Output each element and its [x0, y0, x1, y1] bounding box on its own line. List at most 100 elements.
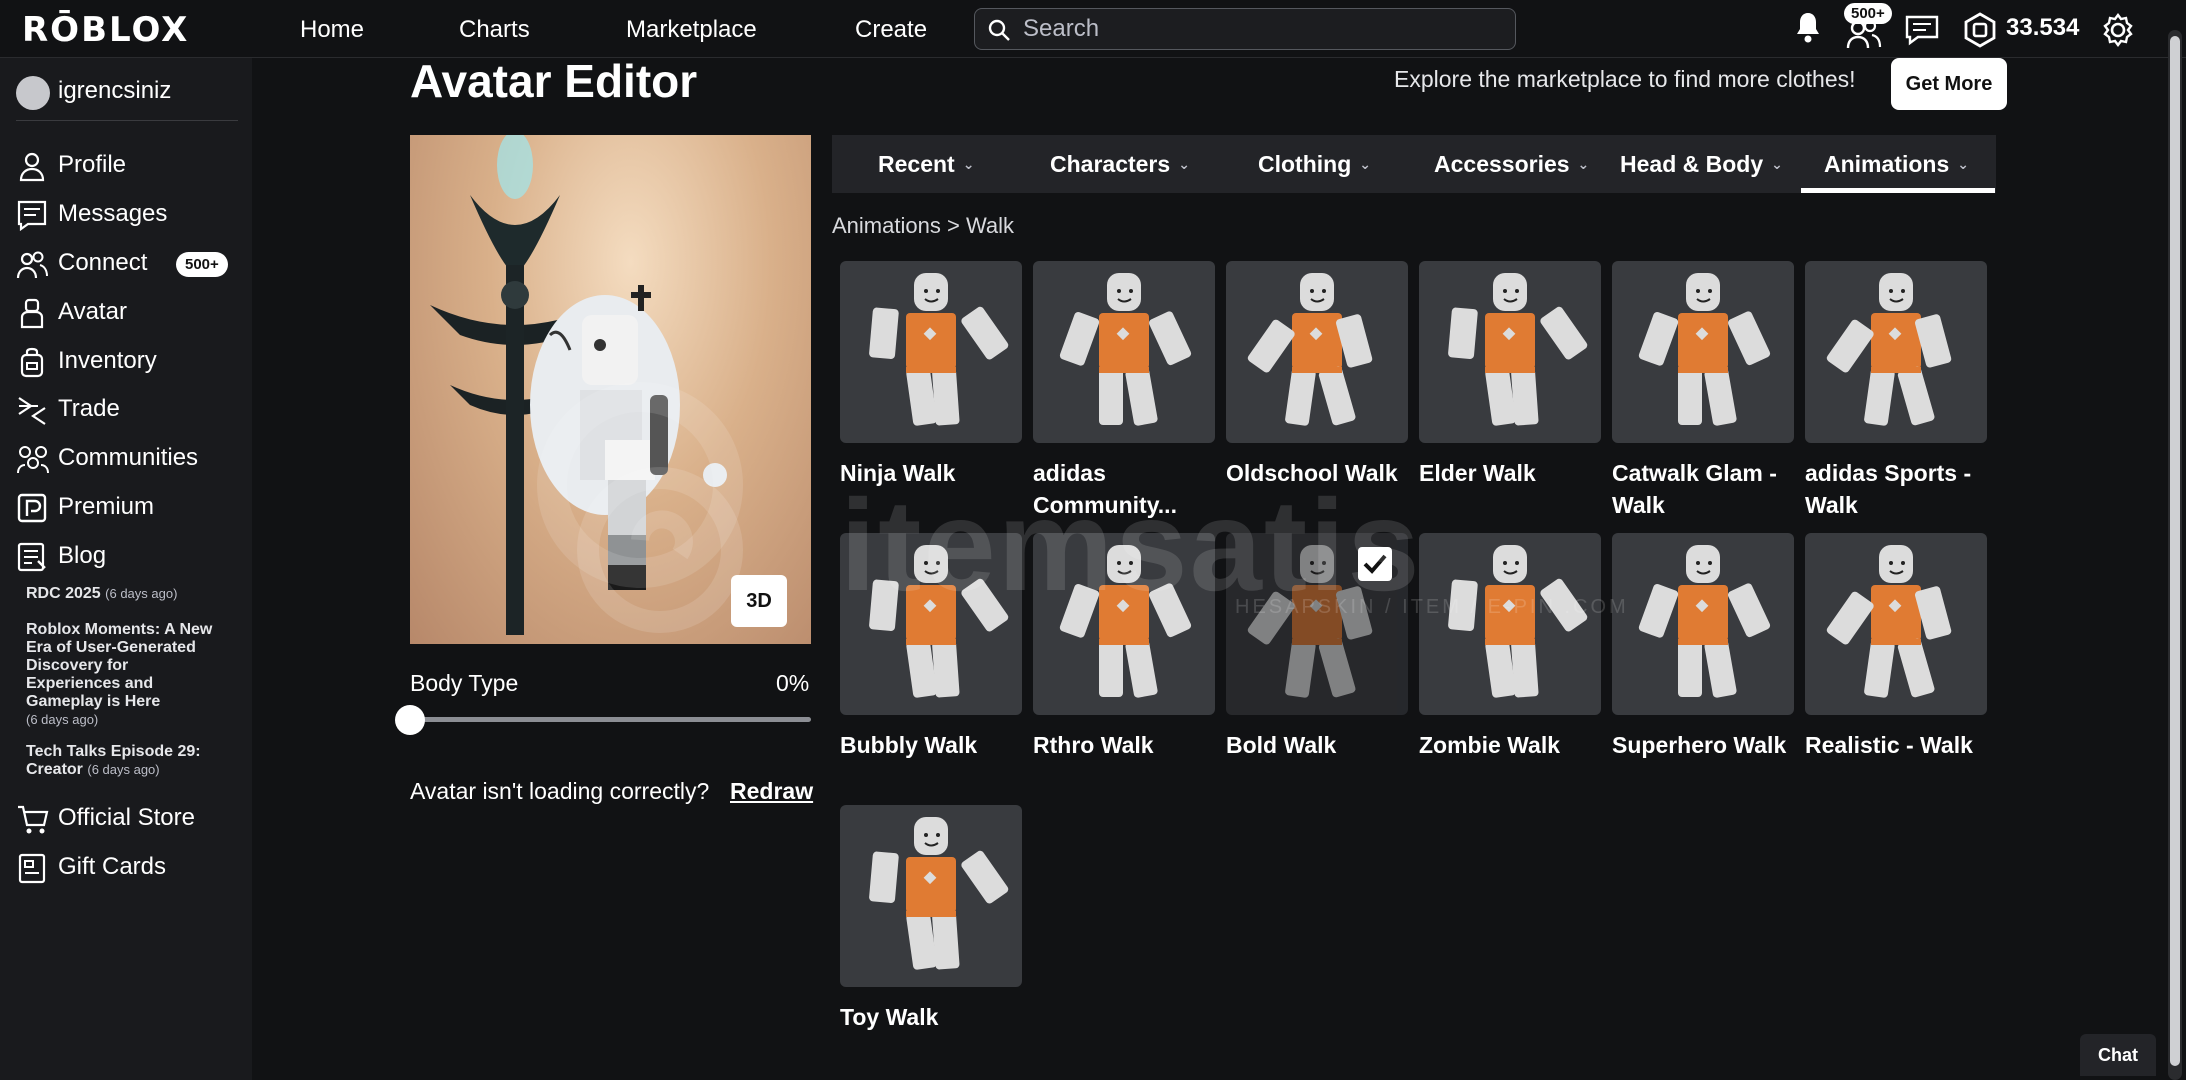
get-more-button[interactable]: Get More	[1891, 58, 2007, 110]
premium-icon	[17, 493, 47, 523]
sidebar-item-label: Trade	[58, 395, 120, 422]
blog-icon	[17, 542, 46, 572]
sidebar-item-label: Connect	[58, 249, 148, 276]
sidebar-item-gift-cards[interactable]: Gift Cards	[16, 850, 236, 886]
item-name[interactable]: Zombie Walk	[1419, 729, 1607, 761]
chevron-down-icon: ⌄	[1771, 155, 1783, 172]
item-thumbnail[interactable]	[1612, 533, 1794, 715]
scrollbar-thumb[interactable]	[2170, 36, 2180, 1066]
sidebar-item-blog[interactable]: Blog	[16, 539, 236, 575]
tab-label: Characters	[1050, 150, 1171, 177]
item-thumbnail[interactable]	[1226, 261, 1408, 443]
item-name[interactable]: Rthro Walk	[1033, 729, 1221, 761]
item-name[interactable]: adidas Community...	[1033, 457, 1221, 521]
tab-label: Clothing	[1258, 150, 1352, 177]
sidebar-item-premium[interactable]: Premium	[16, 490, 236, 526]
blog-post[interactable]: Tech Talks Episode 29: Creator (6 days a…	[26, 743, 226, 779]
sidebar-item-messages[interactable]: Messages	[16, 197, 236, 233]
breadcrumb-separator: >	[946, 213, 960, 238]
item-name[interactable]: Toy Walk	[840, 1001, 1028, 1033]
item-thumbnail[interactable]	[1419, 261, 1601, 443]
item-thumbnail[interactable]	[840, 533, 1022, 715]
breadcrumb: Animations > Walk	[832, 213, 1014, 239]
search-box[interactable]	[974, 8, 1516, 50]
bell-icon[interactable]	[1792, 10, 1824, 44]
selected-checkmark	[1358, 547, 1392, 581]
blog-post[interactable]: Roblox Moments: A New Era of User-Genera…	[26, 621, 226, 729]
nav-marketplace[interactable]: Marketplace	[626, 16, 757, 44]
tab-accessories[interactable]: Accessories ⌄	[1434, 135, 1589, 193]
tab-head-body[interactable]: Head & Body ⌄	[1620, 135, 1783, 193]
breadcrumb-parent[interactable]: Animations	[832, 213, 941, 238]
nav-create[interactable]: Create	[855, 16, 927, 44]
search-input[interactable]	[1023, 9, 1503, 49]
item-name[interactable]: Bubbly Walk	[840, 729, 1028, 761]
tab-label: Head & Body	[1620, 150, 1764, 177]
blog-post[interactable]: RDC 2025 (6 days ago)	[26, 585, 226, 603]
item-thumbnail[interactable]	[1419, 533, 1601, 715]
tab-label: Recent	[878, 150, 955, 177]
item-thumbnail[interactable]	[1805, 261, 1987, 443]
item-name[interactable]: Superhero Walk	[1612, 729, 1800, 761]
sidebar-item-label: Blog	[58, 542, 107, 569]
item-name[interactable]: Ninja Walk	[840, 457, 1028, 489]
body-type-slider-track[interactable]	[410, 717, 811, 722]
gift-card-icon	[18, 853, 46, 884]
item-name[interactable]: Elder Walk	[1419, 457, 1607, 489]
item-name[interactable]: Catwalk Glam - Walk	[1612, 457, 1800, 521]
top-bar: RŌBLOX Home Charts Marketplace Create 50…	[0, 0, 2186, 58]
tab-recent[interactable]: Recent ⌄	[878, 135, 974, 193]
blog-post-date: (6 days ago)	[105, 586, 178, 601]
redraw-link[interactable]: Redraw	[730, 778, 813, 805]
tab-label: Animations	[1824, 150, 1950, 177]
inventory-icon	[20, 347, 44, 378]
blog-post-title: Roblox Moments: A New Era of User-Genera…	[26, 621, 213, 710]
tab-characters[interactable]: Characters ⌄	[1050, 135, 1190, 193]
item-thumbnail[interactable]	[1033, 533, 1215, 715]
connect-icon	[16, 251, 48, 279]
sidebar-item-communities[interactable]: Communities	[16, 441, 236, 477]
chat-button[interactable]: Chat	[2080, 1034, 2156, 1076]
item-thumbnail[interactable]	[840, 261, 1022, 443]
robux-icon[interactable]	[1962, 12, 1998, 48]
active-tab-indicator	[1801, 188, 1995, 193]
item-thumbnail[interactable]	[1033, 261, 1215, 443]
blog-post-title: RDC 2025	[26, 585, 101, 602]
sidebar-divider	[16, 120, 238, 121]
nav-charts[interactable]: Charts	[459, 16, 530, 44]
chevron-down-icon: ⌄	[1178, 155, 1190, 172]
item-name[interactable]: Oldschool Walk	[1226, 457, 1414, 489]
tab-animations[interactable]: Animations ⌄	[1824, 135, 1969, 193]
sidebar-item-trade[interactable]: Trade	[16, 392, 236, 428]
item-thumbnail[interactable]	[1805, 533, 1987, 715]
sidebar-item-label: Communities	[58, 444, 199, 471]
sidebar-item-avatar[interactable]: Avatar	[16, 295, 236, 331]
page-title: Avatar Editor	[410, 55, 698, 107]
gear-icon[interactable]	[2100, 12, 2136, 48]
friends-badge: 500+	[1844, 3, 1892, 24]
body-type-slider-handle[interactable]	[395, 705, 425, 735]
item-thumbnail[interactable]	[1612, 261, 1794, 443]
chat-icon[interactable]	[1904, 14, 1940, 46]
avatar-preview[interactable]	[410, 135, 811, 644]
sidebar-item-label: Inventory	[58, 347, 157, 374]
sidebar-item-profile[interactable]: Profile	[16, 148, 236, 184]
sidebar-item-inventory[interactable]: Inventory	[16, 344, 236, 380]
item-name[interactable]: adidas Sports - Walk	[1805, 457, 1993, 521]
nav-home[interactable]: Home	[300, 16, 364, 44]
check-icon	[1363, 554, 1387, 574]
item-name[interactable]: Realistic - Walk	[1805, 729, 1993, 761]
item-name[interactable]: Bold Walk	[1226, 729, 1414, 761]
tab-clothing[interactable]: Clothing ⌄	[1258, 135, 1371, 193]
sidebar-item-label: Premium	[58, 493, 155, 520]
item-thumbnail[interactable]	[840, 805, 1022, 987]
robux-balance[interactable]: 33.534	[2006, 14, 2079, 42]
category-tabs	[832, 135, 1996, 193]
search-icon	[988, 19, 1010, 41]
chevron-down-icon: ⌄	[1359, 155, 1371, 172]
sidebar-item-label: Avatar	[58, 298, 127, 325]
roblox-logo[interactable]: RŌBLOX	[22, 10, 189, 50]
view-3d-button[interactable]: 3D	[731, 575, 787, 627]
avatar-render	[430, 135, 743, 635]
sidebar-item-official-store[interactable]: Official Store	[16, 801, 236, 837]
